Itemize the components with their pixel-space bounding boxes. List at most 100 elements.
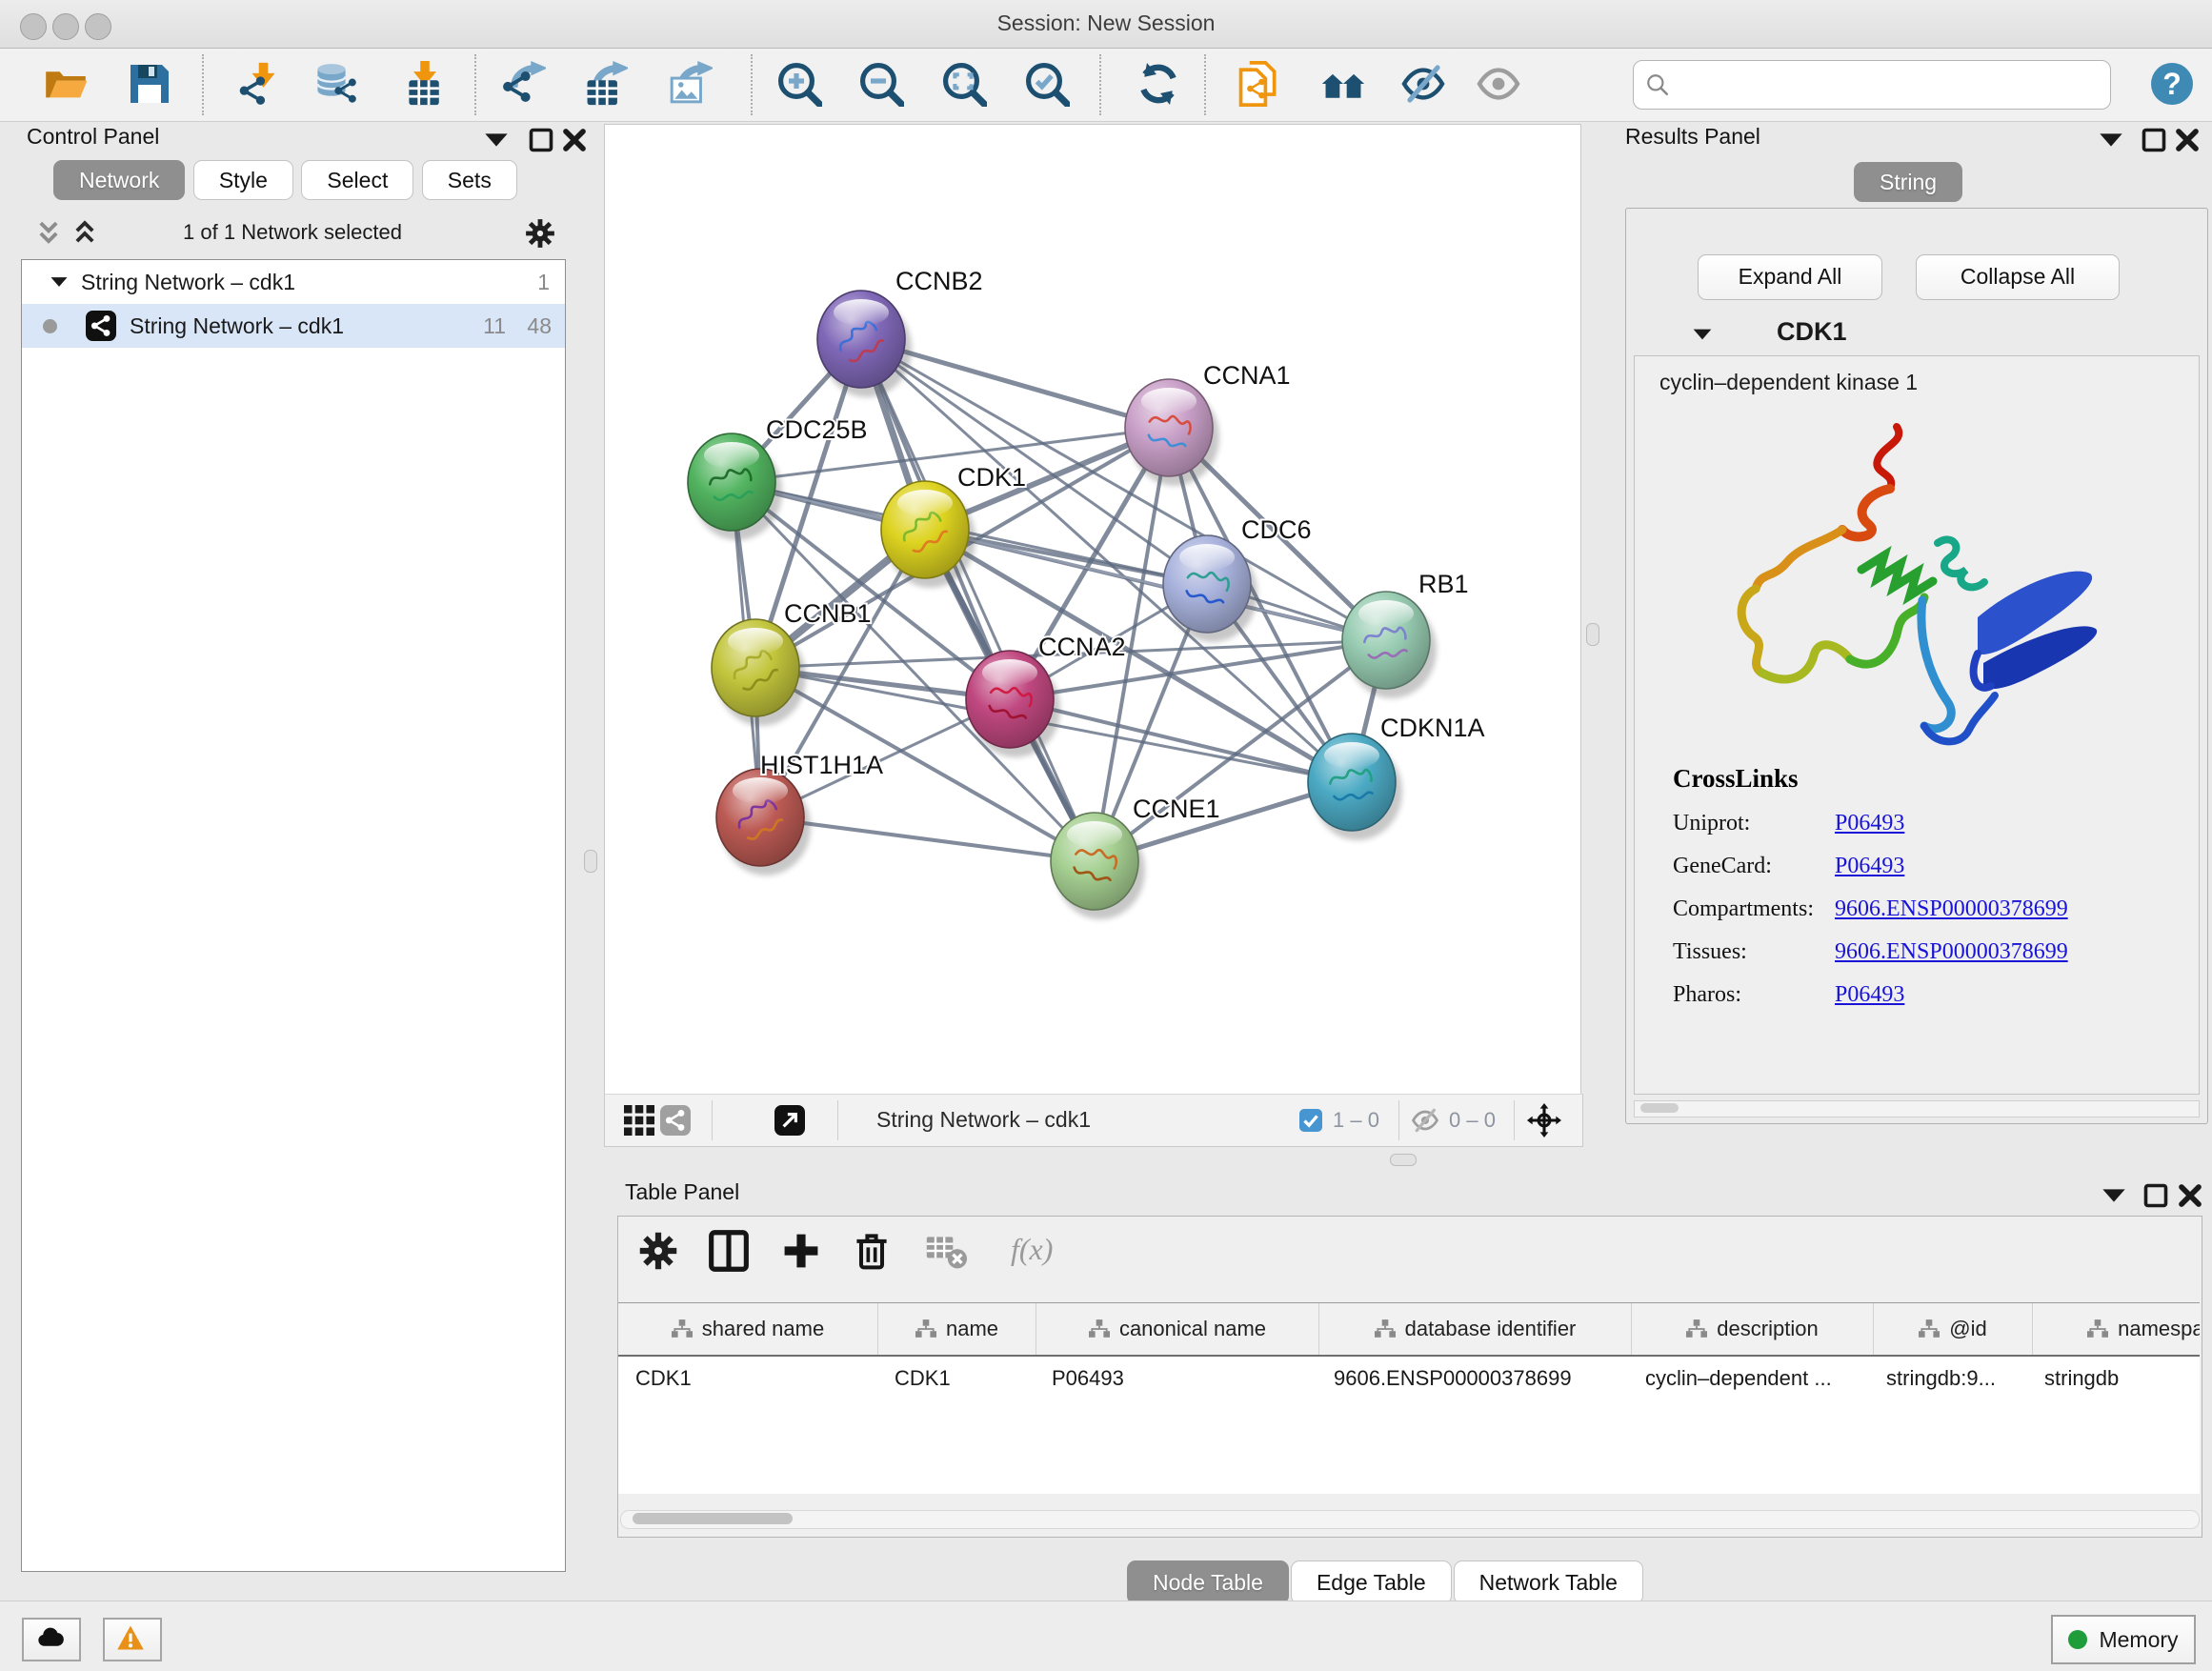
cell[interactable]: CDK1 [618,1357,877,1400]
tab-select[interactable]: Select [301,160,413,200]
column-header-name[interactable]: name [878,1303,1036,1355]
import-network-database-button[interactable] [312,58,363,110]
toolbar-separator [474,54,476,115]
close-panel-icon[interactable] [2176,1181,2204,1210]
tab-sets[interactable]: Sets [422,160,517,200]
tab-string[interactable]: String [1854,162,1962,202]
toggle-glass-effect-button[interactable] [1398,58,1449,110]
crosslink-value-link[interactable]: 9606.ENSP00000378699 [1835,939,2068,965]
add-column-icon[interactable] [780,1230,822,1272]
scrollbar-thumb[interactable] [633,1513,793,1524]
crosslink-value-link[interactable]: P06493 [1835,854,1904,879]
export-network-button[interactable] [497,58,549,110]
panel-menu-icon[interactable] [482,126,511,154]
selected-checkbox-icon[interactable] [1299,1109,1322,1132]
gene-section-header[interactable]: CDK1 [1634,315,2198,353]
column-header-shared-name[interactable]: shared name [618,1303,878,1355]
cell[interactable]: stringdb [2027,1357,2200,1400]
warnings-button[interactable] [103,1618,162,1661]
import-table-button[interactable] [399,58,451,110]
node-CDC6[interactable]: CDC6 [1163,515,1312,642]
import-network-file-button[interactable] [232,58,284,110]
help-button[interactable]: ? [2146,58,2198,110]
right-splitter-handle[interactable] [1586,623,1599,646]
node-CCNE1[interactable]: CCNE1 [1051,795,1220,919]
detach-view-icon[interactable] [774,1105,805,1136]
node-RB1[interactable]: RB1 [1342,570,1469,698]
export-image-button[interactable] [664,58,715,110]
grid-view-icon[interactable] [624,1105,654,1136]
tab-edge-table[interactable]: Edge Table [1291,1560,1452,1604]
float-panel-icon[interactable] [2140,126,2168,154]
collapse-caret-icon[interactable] [49,272,70,292]
float-panel-icon[interactable] [527,126,555,154]
network-canvas[interactable]: CCNB2 CCNA1 CDC25B CDK1 CDC6 RB1 [604,124,1581,1096]
results-panel-title: Results Panel [1625,124,1760,149]
crosslink-value-link[interactable]: P06493 [1835,982,1904,1008]
fit-content-crosshair-icon[interactable] [1527,1103,1561,1137]
svg-text:?: ? [2162,67,2182,101]
open-session-button[interactable] [40,58,91,110]
network-row-selected[interactable]: String Network – cdk1 11 48 [22,304,565,348]
cell[interactable]: cyclin–dependent ... [1628,1357,1869,1400]
search-input[interactable] [1678,65,2110,105]
network-options-gear-icon[interactable] [524,217,556,250]
close-panel-icon[interactable] [2173,126,2202,154]
column-header--id[interactable]: @id [1874,1303,2033,1355]
save-session-button[interactable] [124,58,175,110]
expand-all-button[interactable]: Expand All [1698,254,1882,300]
string-database-button[interactable] [1317,58,1369,110]
tab-style[interactable]: Style [193,160,293,200]
table-horizontal-scrollbar[interactable] [620,1510,2200,1529]
edge-CCNB2-CCNE1[interactable] [861,339,1095,861]
node-CCNA1[interactable]: CCNA1 [1125,361,1291,486]
cloud-button[interactable] [22,1618,81,1661]
cell[interactable]: P06493 [1035,1357,1317,1400]
column-header-canonical-name[interactable]: canonical name [1036,1303,1319,1355]
node-HIST1H1A[interactable]: HIST1H1A [716,751,883,876]
node-CCNB2[interactable]: CCNB2 [817,267,983,397]
node-table[interactable]: shared namenamecanonical namedatabase id… [618,1302,2200,1494]
column-header-description[interactable]: description [1632,1303,1874,1355]
memory-button[interactable]: Memory [2051,1615,2196,1664]
scrollbar-thumb[interactable] [1640,1103,1679,1113]
hidden-eye-icon[interactable] [1411,1106,1439,1135]
zoom-fit-button[interactable] [938,58,990,110]
copy-network-button[interactable] [1233,58,1284,110]
cell[interactable]: 9606.ENSP00000378699 [1317,1357,1628,1400]
column-header-namespace[interactable]: namespace [2033,1303,2200,1355]
left-splitter-handle[interactable] [584,850,597,873]
separator [1398,1100,1399,1140]
network-collection-row[interactable]: String Network – cdk1 1 [22,260,565,304]
collapse-all-button[interactable]: Collapse All [1916,254,2120,300]
zoom-selected-button[interactable] [1021,58,1073,110]
tab-network-table[interactable]: Network Table [1454,1560,1643,1604]
delete-column-icon[interactable] [851,1230,893,1272]
float-panel-icon[interactable] [2142,1181,2170,1210]
crosslink-value-link[interactable]: 9606.ENSP00000378699 [1835,896,2068,922]
results-scrollbar[interactable] [1634,1100,2200,1117]
refresh-view-button[interactable] [1133,58,1184,110]
table-options-gear-icon[interactable] [637,1230,679,1272]
tab-network[interactable]: Network [53,160,185,200]
tab-node-table[interactable]: Node Table [1127,1560,1289,1604]
collapse-caret-icon[interactable] [1691,323,1714,346]
zoom-in-button[interactable] [774,58,825,110]
cell[interactable]: stringdb:9... [1869,1357,2027,1400]
export-table-button[interactable] [579,58,631,110]
node-CDKN1A[interactable]: CDKN1A [1308,714,1485,840]
column-header-database-identifier[interactable]: database identifier [1319,1303,1632,1355]
panel-menu-icon[interactable] [2097,126,2125,154]
crosslink-value-link[interactable]: P06493 [1835,811,1904,836]
panel-menu-icon[interactable] [2100,1181,2128,1210]
zoom-out-button[interactable] [855,58,907,110]
network-overlay-icon[interactable] [660,1105,691,1136]
toggle-labels-button[interactable] [1473,58,1524,110]
show-columns-icon[interactable] [708,1230,750,1272]
cell[interactable]: CDK1 [877,1357,1035,1400]
string-network-graph[interactable]: CCNB2 CCNA1 CDC25B CDK1 CDC6 RB1 [605,125,1580,1095]
bottom-splitter-handle[interactable] [1390,1154,1417,1166]
node-CDC25B[interactable]: CDC25B [688,415,868,540]
close-panel-icon[interactable] [560,126,589,154]
table-row[interactable]: CDK1CDK1P064939606.ENSP00000378699cyclin… [618,1357,2200,1400]
